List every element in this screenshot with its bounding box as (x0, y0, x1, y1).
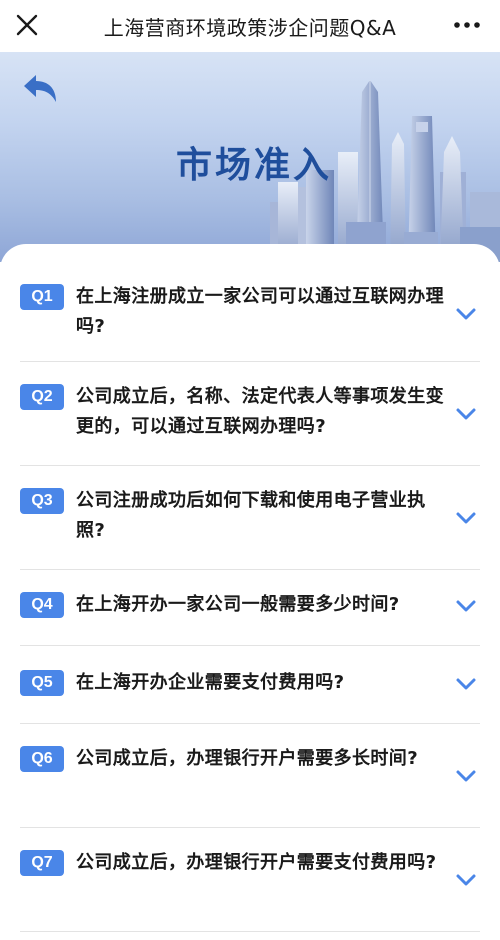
faq-item-q5[interactable]: Q5 在上海开办企业需要支付费用吗? (20, 646, 480, 724)
question-text: 在上海注册成立一家公司可以通过互联网办理吗? (76, 286, 444, 337)
top-nav-bar: 上海营商环境政策涉企问题Q&A (0, 0, 500, 52)
back-arrow-icon[interactable] (20, 72, 62, 108)
faq-item-q2[interactable]: Q2 公司成立后，名称、法定代表人等事项发生变更的，可以通过互联网办理吗? (20, 362, 480, 466)
question-badge: Q1 (20, 284, 64, 310)
chevron-down-icon[interactable] (452, 304, 480, 324)
question-badge: Q6 (20, 746, 64, 772)
chevron-down-icon[interactable] (452, 870, 480, 890)
chevron-down-icon[interactable] (452, 596, 480, 616)
question-badge: Q4 (20, 592, 64, 618)
question-badge: Q3 (20, 488, 64, 514)
question-text: 公司注册成功后如何下载和使用电子营业执照? (76, 490, 426, 541)
question-badge: Q5 (20, 670, 64, 696)
question-text: 在上海开办企业需要支付费用吗? (76, 672, 345, 693)
faq-item-q6[interactable]: Q6 公司成立后，办理银行开户需要多长时间? (20, 724, 480, 828)
question-text: 公司成立后，办理银行开户需要多长时间? (76, 748, 419, 769)
question-badge: Q7 (20, 850, 64, 876)
more-options-icon[interactable] (452, 12, 482, 38)
chevron-down-icon[interactable] (452, 766, 480, 786)
question-text: 公司成立后，办理银行开户需要支付费用吗? (76, 852, 437, 873)
question-text: 公司成立后，名称、法定代表人等事项发生变更的，可以通过互联网办理吗? (76, 386, 444, 437)
faq-item-q3[interactable]: Q3 公司注册成功后如何下载和使用电子营业执照? (20, 466, 480, 570)
chevron-down-icon[interactable] (452, 674, 480, 694)
faq-item-q4[interactable]: Q4 在上海开办一家公司一般需要多少时间? (20, 570, 480, 646)
section-banner: 市场准入 (0, 52, 500, 262)
faq-item-q7[interactable]: Q7 公司成立后，办理银行开户需要支付费用吗? (20, 828, 480, 932)
chevron-down-icon[interactable] (452, 508, 480, 528)
chevron-down-icon[interactable] (452, 404, 480, 424)
question-badge: Q2 (20, 384, 64, 410)
question-text: 在上海开办一家公司一般需要多少时间? (76, 594, 400, 615)
close-icon[interactable] (12, 10, 42, 40)
faq-panel: Q1 在上海注册成立一家公司可以通过互联网办理吗? Q2 公司成立后，名称、法定… (0, 244, 500, 940)
section-heading: 市场准入 (176, 145, 333, 186)
faq-item-q1[interactable]: Q1 在上海注册成立一家公司可以通过互联网办理吗? (20, 262, 480, 362)
page-title: 上海营商环境政策涉企问题Q&A (103, 15, 397, 40)
